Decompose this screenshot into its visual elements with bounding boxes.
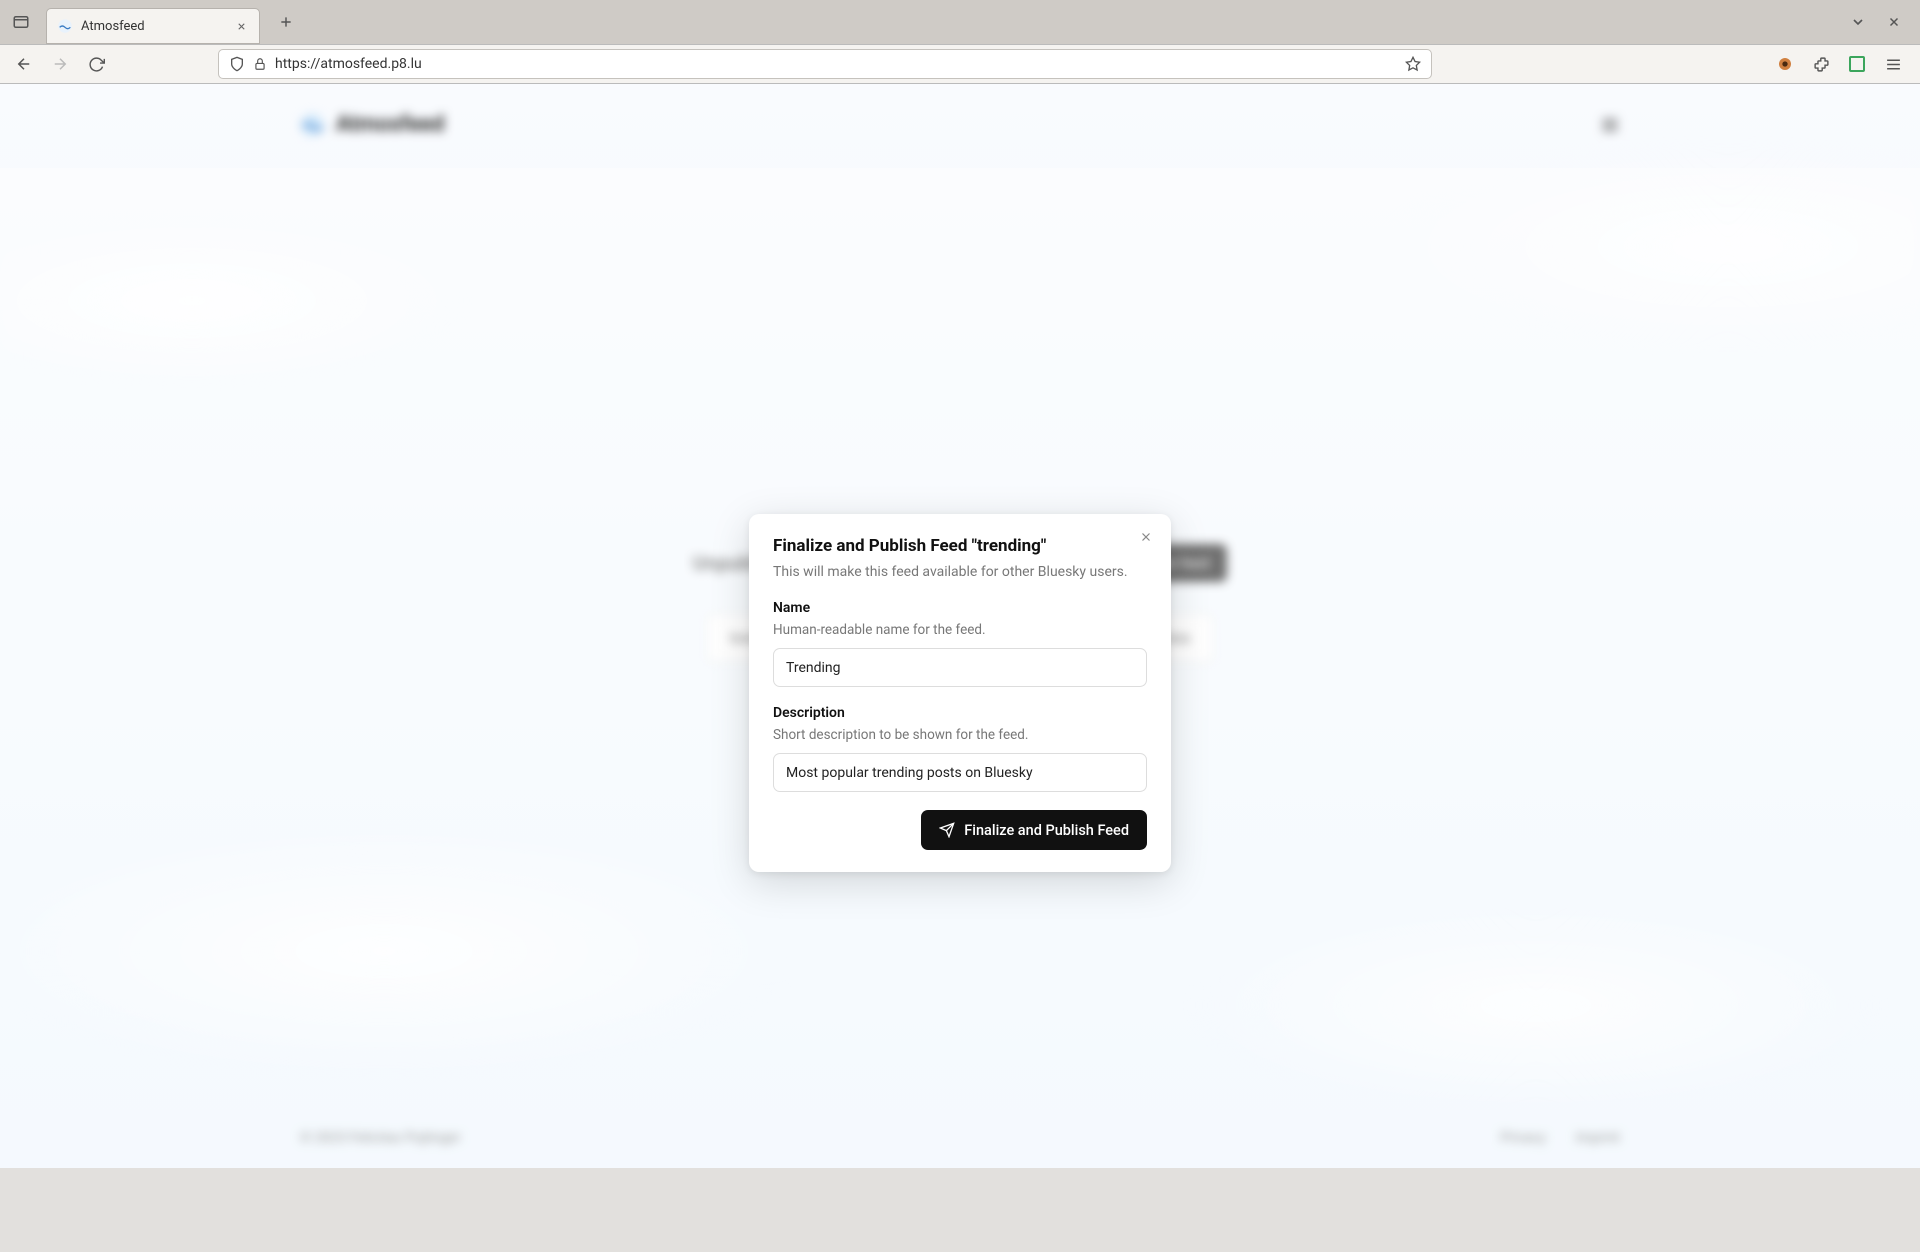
browser-toolbar: https://atmosfeed.p8.lu <box>0 44 1920 84</box>
lock-icon[interactable] <box>253 57 267 71</box>
browser-tab[interactable]: Atmosfeed <box>46 8 260 44</box>
extensions-icon[interactable] <box>1812 55 1830 73</box>
extension-green-icon[interactable] <box>1848 55 1866 73</box>
finalize-publish-button[interactable]: Finalize and Publish Feed <box>921 810 1147 850</box>
reload-button[interactable] <box>82 50 110 78</box>
modal-backdrop: Finalize and Publish Feed "trending" Thi… <box>0 168 1920 1252</box>
publish-button-label: Finalize and Publish Feed <box>964 822 1129 839</box>
name-hint: Human-readable name for the feed. <box>773 622 1147 638</box>
bookmark-icon[interactable] <box>1405 56 1421 72</box>
description-input[interactable] <box>773 753 1147 792</box>
window-close-icon[interactable] <box>1884 12 1904 32</box>
address-bar[interactable]: https://atmosfeed.p8.lu <box>218 49 1432 79</box>
tab-favicon-icon <box>57 18 73 34</box>
app-menu-icon[interactable] <box>1884 55 1902 73</box>
modal-subtitle: This will make this feed available for o… <box>773 562 1147 582</box>
tabs-dropdown-icon[interactable] <box>1848 12 1868 32</box>
recent-history-icon[interactable] <box>10 11 32 33</box>
new-tab-button[interactable] <box>272 8 300 36</box>
publish-feed-modal: Finalize and Publish Feed "trending" Thi… <box>749 514 1171 872</box>
name-input[interactable] <box>773 648 1147 687</box>
extension-1-icon[interactable] <box>1776 55 1794 73</box>
tab-close-icon[interactable] <box>233 18 249 34</box>
description-label: Description <box>773 705 1147 721</box>
send-icon <box>939 822 955 838</box>
shield-icon[interactable] <box>229 56 245 72</box>
modal-close-button[interactable] <box>1137 528 1155 546</box>
url-text: https://atmosfeed.p8.lu <box>275 56 1397 72</box>
tab-title: Atmosfeed <box>81 19 233 34</box>
browser-tab-bar: Atmosfeed <box>0 0 1920 44</box>
name-label: Name <box>773 600 1147 616</box>
modal-title: Finalize and Publish Feed "trending" <box>773 536 1147 556</box>
page-viewport: Atmosfeed Unpublished Create feed trendi… <box>0 84 1920 1168</box>
back-button[interactable] <box>10 50 38 78</box>
description-hint: Short description to be shown for the fe… <box>773 727 1147 743</box>
forward-button[interactable] <box>46 50 74 78</box>
